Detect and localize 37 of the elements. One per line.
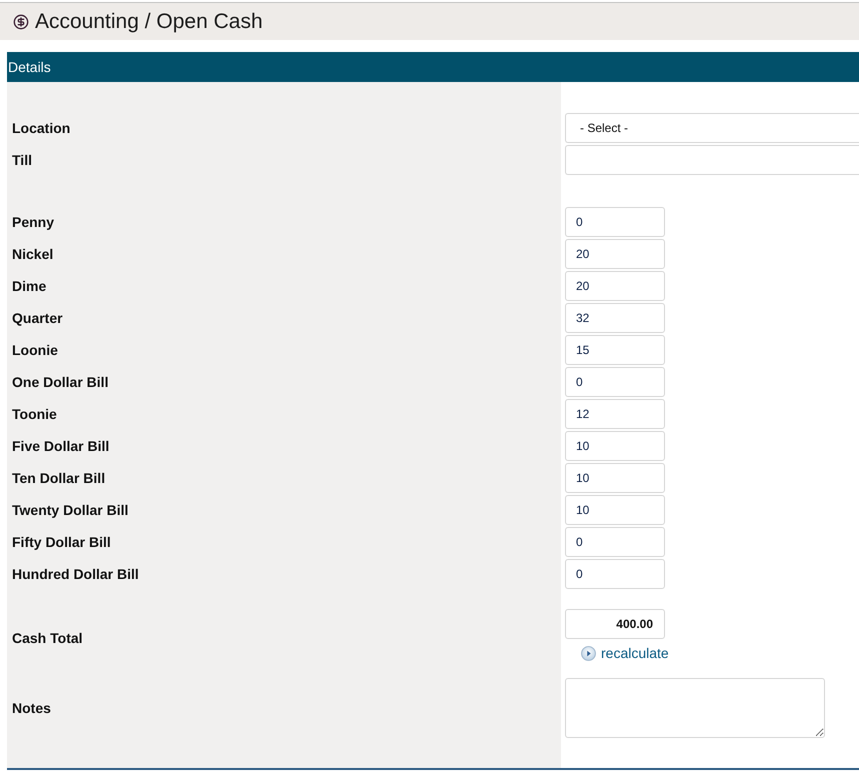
field-label: Twenty Dollar Bill bbox=[12, 500, 128, 520]
field-label: Quarter bbox=[12, 308, 63, 328]
page-title: Accounting / Open Cash bbox=[35, 8, 263, 35]
field-label: Five Dollar Bill bbox=[12, 436, 110, 456]
field-label: Loonie bbox=[12, 340, 58, 360]
field-label: One Dollar Bill bbox=[12, 372, 108, 392]
dollar-icon bbox=[13, 14, 29, 30]
count-input[interactable]: 10 bbox=[565, 463, 665, 493]
count-input[interactable]: 0 bbox=[565, 527, 665, 557]
total-input[interactable]: 400.00 bbox=[565, 609, 665, 639]
notes-textarea[interactable] bbox=[565, 678, 825, 738]
field-label: Location bbox=[12, 118, 70, 138]
count-input[interactable]: 12 bbox=[565, 399, 665, 429]
section-title: Details bbox=[8, 58, 51, 76]
dropdown-select[interactable]: - Select - bbox=[565, 113, 859, 143]
field-label: Cash Total bbox=[12, 628, 83, 648]
count-input[interactable]: 20 bbox=[565, 239, 665, 269]
count-input[interactable]: 20 bbox=[565, 271, 665, 301]
field-label: Nickel bbox=[12, 244, 54, 264]
count-input[interactable]: 15 bbox=[565, 335, 665, 365]
count-input[interactable]: 0 bbox=[565, 367, 665, 397]
field-label: Till bbox=[12, 150, 32, 170]
field-label: Dime bbox=[12, 276, 46, 296]
count-input[interactable]: 0 bbox=[565, 559, 665, 589]
count-input[interactable]: 32 bbox=[565, 303, 665, 333]
text-input[interactable] bbox=[565, 145, 859, 175]
field-label: Notes bbox=[12, 698, 51, 718]
recalculate-link[interactable]: recalculate bbox=[581, 643, 669, 663]
field-label: Hundred Dollar Bill bbox=[12, 564, 139, 584]
field-label: Ten Dollar Bill bbox=[12, 468, 106, 488]
field-label: Toonie bbox=[12, 404, 57, 424]
field-label: Penny bbox=[12, 212, 54, 232]
field-label: Fifty Dollar Bill bbox=[12, 532, 111, 552]
count-input[interactable]: 10 bbox=[565, 495, 665, 525]
count-input[interactable]: 10 bbox=[565, 431, 665, 461]
play-circle-icon bbox=[581, 646, 596, 660]
count-input[interactable]: 0 bbox=[565, 207, 665, 237]
